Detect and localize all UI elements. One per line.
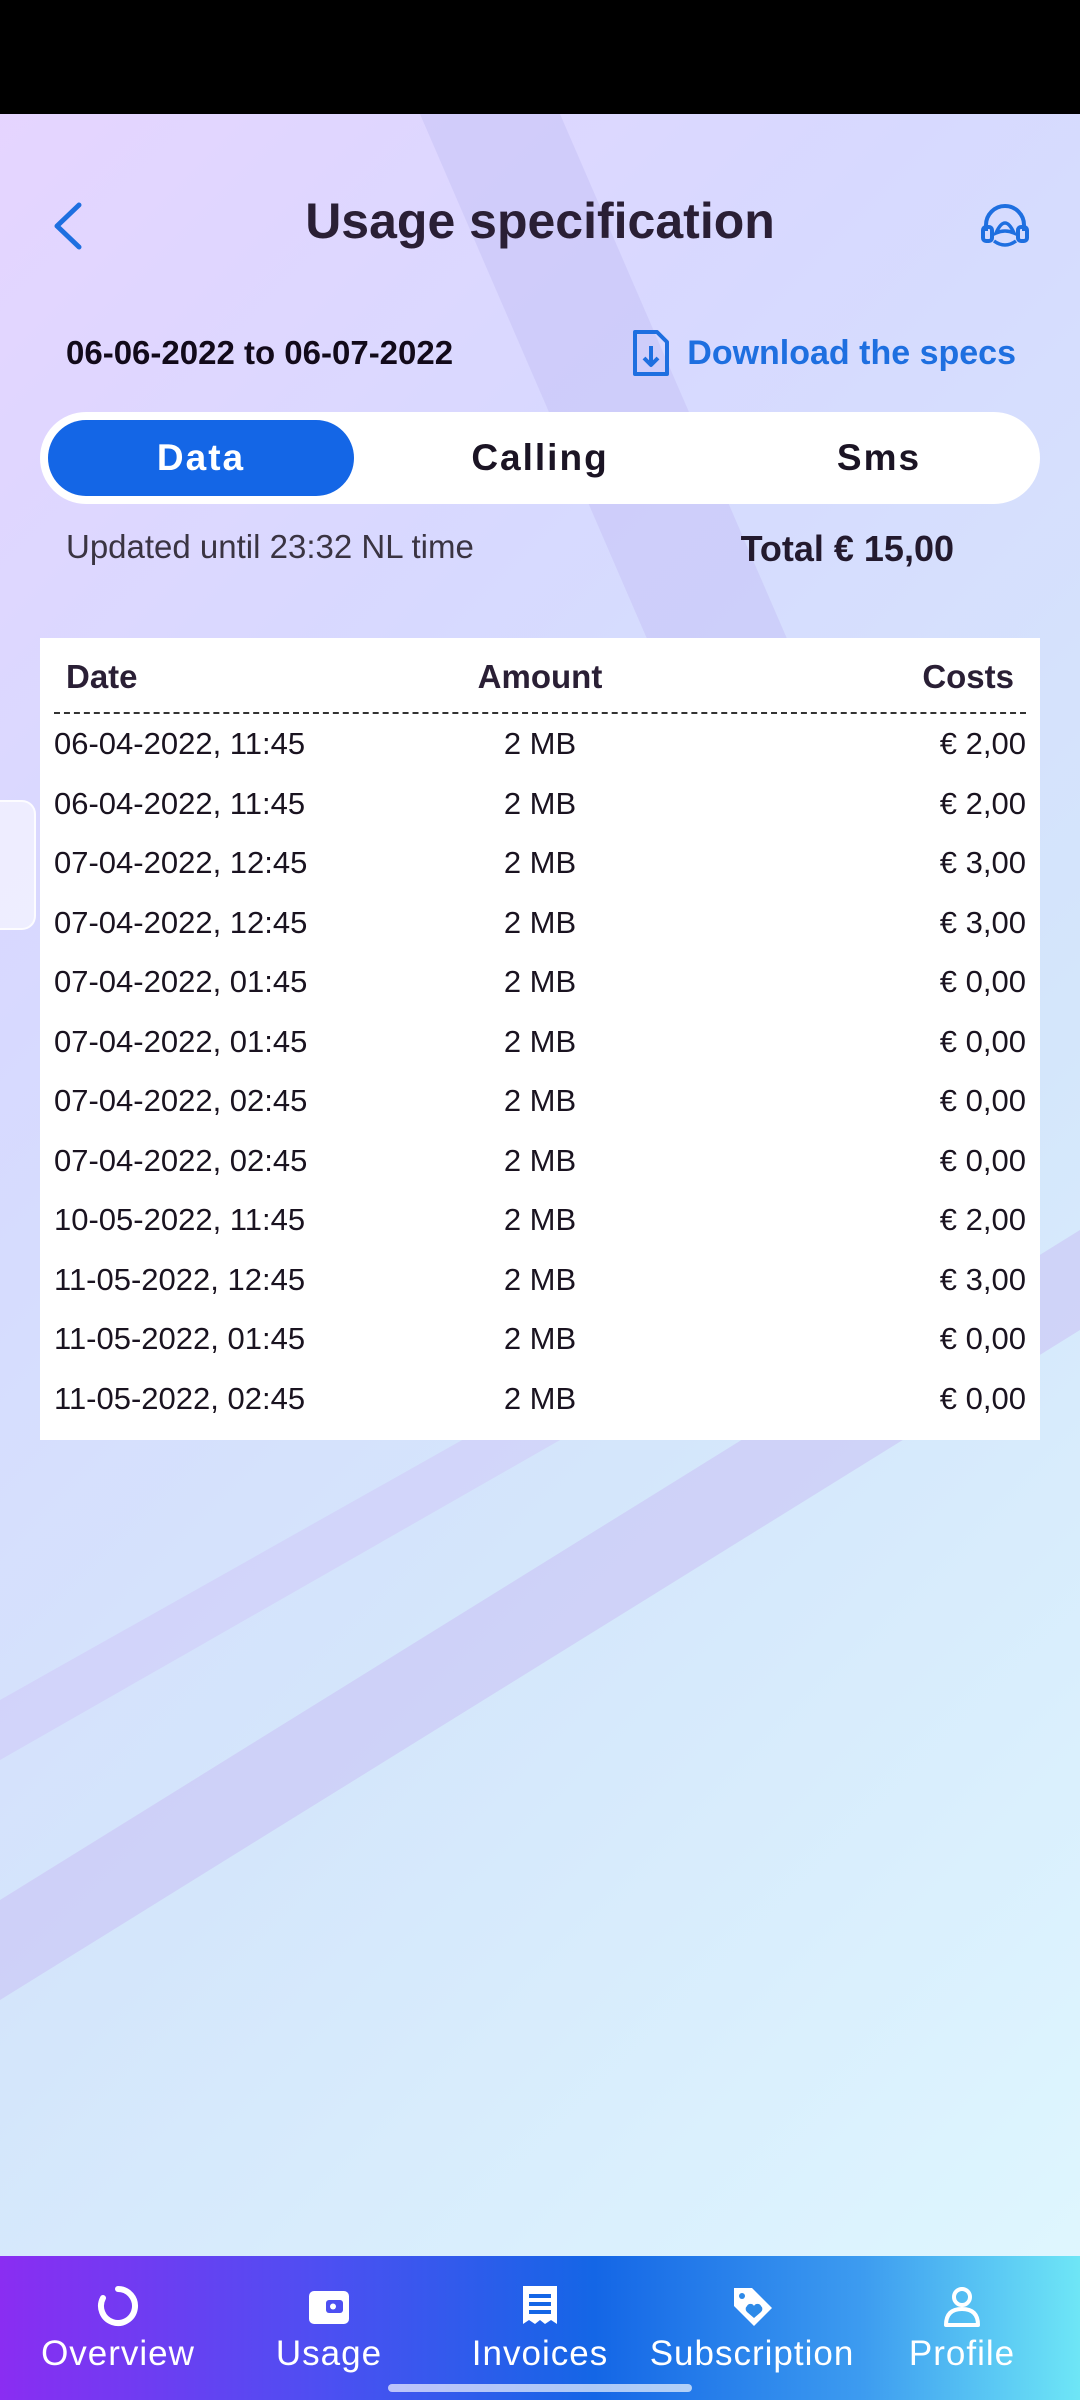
row-cost: € 2,00 bbox=[939, 726, 1026, 761]
usage-type-tabs: Data Calling Sms bbox=[40, 412, 1040, 504]
nav-label-profile: Profile bbox=[908, 2334, 1016, 2373]
column-header-amount: Amount bbox=[477, 658, 603, 695]
nav-label-usage: Usage bbox=[275, 2334, 383, 2373]
table-header: Date Amount Costs bbox=[54, 638, 1026, 714]
row-cost: € 3,00 bbox=[939, 1261, 1026, 1297]
row-cost: € 0,00 bbox=[939, 1321, 1026, 1356]
period-range: 06-06-2022 to 06-07-2022 bbox=[66, 334, 454, 371]
tab-sms[interactable]: Sms bbox=[726, 420, 1032, 496]
nav-label-overview: Overview bbox=[41, 2334, 195, 2373]
tab-data[interactable]: Data bbox=[48, 420, 354, 496]
row-cost: € 2,00 bbox=[939, 785, 1026, 821]
row-amount: 2 MB bbox=[503, 1321, 577, 1356]
tab-calling[interactable]: Calling bbox=[387, 420, 693, 496]
download-file-icon bbox=[633, 330, 670, 376]
updated-timestamp: Updated until 23:32 NL time bbox=[66, 528, 474, 565]
table-body: 06-04-2022, 11:45 2 MB € 2,00 06-04-2022, 1… bbox=[54, 714, 1026, 1428]
wallet-icon bbox=[307, 2284, 351, 2328]
table-row: 11-05-2022, 02:45 2 MB € 0,00 bbox=[54, 1369, 1026, 1429]
nav-label-subscription: Subscription bbox=[649, 2334, 855, 2373]
bottom-navigation: Overview Usage Invoices Subscription Pro… bbox=[0, 2256, 1080, 2400]
row-cost: € 0,00 bbox=[939, 1142, 1026, 1178]
tag-heart-icon bbox=[730, 2284, 774, 2328]
row-amount: 2 MB bbox=[503, 785, 577, 821]
status-bar bbox=[0, 0, 1080, 114]
nav-label-invoices: Invoices bbox=[471, 2334, 609, 2373]
nav-usage[interactable]: Usage bbox=[229, 2256, 429, 2400]
nav-invoices[interactable]: Invoices bbox=[440, 2256, 640, 2400]
table-row: 10-05-2022, 11:45 2 MB € 2,00 bbox=[54, 1190, 1026, 1250]
row-amount: 2 MB bbox=[503, 904, 577, 940]
period-row: 06-06-2022 to 06-07-2022 Download the sp… bbox=[0, 320, 1080, 390]
row-cost: € 0,00 bbox=[939, 1083, 1026, 1118]
download-specs-button[interactable]: Download the specs bbox=[631, 328, 1016, 378]
table-row: 06-04-2022, 11:45 2 MB € 2,00 bbox=[54, 714, 1026, 774]
row-cost: € 0,00 bbox=[939, 964, 1026, 999]
table-row: 06-04-2022, 11:45 2 MB € 2,00 bbox=[54, 774, 1026, 834]
row-amount: 2 MB bbox=[503, 1261, 577, 1297]
table-row: 07-04-2022, 02:45 2 MB € 0,00 bbox=[54, 1131, 1026, 1191]
row-amount: 2 MB bbox=[503, 1380, 577, 1416]
table-row: 07-04-2022, 01:45 2 MB € 0,00 bbox=[54, 1012, 1026, 1072]
header: Usage specification bbox=[0, 180, 1080, 270]
row-cost: € 3,00 bbox=[939, 845, 1026, 880]
summary-row: Updated until 23:32 NL time Total € 15,0… bbox=[0, 520, 1080, 580]
row-cost: € 2,00 bbox=[939, 1202, 1026, 1237]
row-amount: 2 MB bbox=[503, 1202, 577, 1237]
table-row: 07-04-2022, 12:45 2 MB € 3,00 bbox=[54, 893, 1026, 953]
column-header-costs: Costs bbox=[922, 658, 1014, 695]
table-row: 11-05-2022, 12:45 2 MB € 3,00 bbox=[54, 1250, 1026, 1310]
nav-subscription[interactable]: Subscription bbox=[640, 2256, 864, 2400]
row-amount: 2 MB bbox=[503, 964, 577, 999]
side-drawer-handle[interactable] bbox=[0, 800, 36, 930]
overview-ring-icon bbox=[96, 2284, 140, 2328]
table-row: 11-05-2022, 01:45 2 MB € 0,00 bbox=[54, 1309, 1026, 1369]
table-row: 07-04-2022, 12:45 2 MB € 3,00 bbox=[54, 833, 1026, 893]
total-cost: Total € 15,00 bbox=[740, 528, 954, 569]
headset-support-icon bbox=[981, 204, 1029, 247]
row-amount: 2 MB bbox=[503, 1023, 577, 1059]
row-amount: 2 MB bbox=[503, 1142, 577, 1178]
download-specs-label: Download the specs bbox=[687, 333, 1016, 372]
row-cost: € 0,00 bbox=[939, 1380, 1026, 1416]
row-cost: € 0,00 bbox=[939, 1023, 1026, 1059]
usage-table: Date Amount Costs 06-04-2022, 11:45 2 MB €… bbox=[40, 638, 1040, 1440]
person-icon bbox=[940, 2284, 984, 2328]
table-row: 07-04-2022, 01:45 2 MB € 0,00 bbox=[54, 952, 1026, 1012]
row-cost: € 3,00 bbox=[939, 904, 1026, 940]
home-indicator[interactable] bbox=[388, 2384, 692, 2392]
row-amount: 2 MB bbox=[503, 845, 577, 880]
support-button[interactable] bbox=[970, 196, 1040, 256]
nav-overview[interactable]: Overview bbox=[18, 2256, 218, 2400]
table-row: 07-04-2022, 02:45 2 MB € 0,00 bbox=[54, 1071, 1026, 1131]
nav-profile[interactable]: Profile bbox=[862, 2256, 1062, 2400]
row-amount: 2 MB bbox=[503, 726, 577, 761]
row-amount: 2 MB bbox=[503, 1083, 577, 1118]
receipt-icon bbox=[518, 2284, 562, 2328]
page-title: Usage specification bbox=[305, 193, 775, 249]
